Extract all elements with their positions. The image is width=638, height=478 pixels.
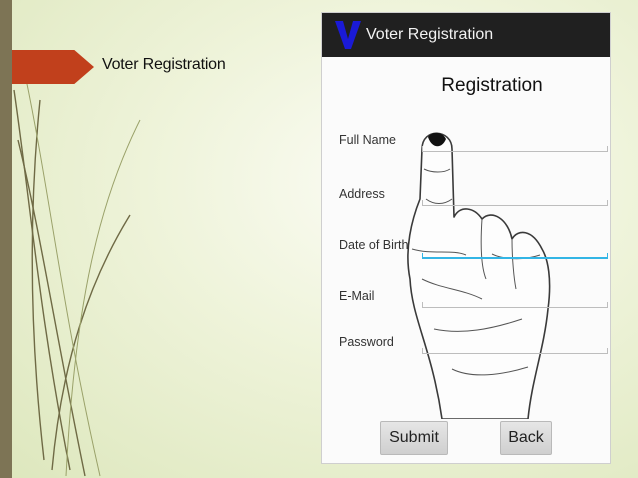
- slide-title: Voter Registration: [102, 56, 226, 73]
- phone-screen: Voter Registration Registration Full Nam…: [321, 12, 611, 464]
- date-of-birth-field[interactable]: [422, 253, 608, 259]
- password-field[interactable]: [422, 348, 608, 354]
- app-action-bar: Voter Registration: [322, 13, 610, 57]
- full-name-label: Full Name: [339, 133, 396, 147]
- back-button[interactable]: Back: [500, 421, 552, 455]
- full-name-field[interactable]: [422, 146, 608, 152]
- app-title: Voter Registration: [366, 26, 494, 43]
- v-logo-icon: [335, 21, 361, 49]
- date-of-birth-label: Date of Birth: [339, 238, 409, 252]
- email-label: E-Mail: [339, 289, 375, 303]
- address-field[interactable]: [422, 200, 608, 206]
- email-field[interactable]: [422, 302, 608, 308]
- password-label: Password: [339, 335, 394, 349]
- inked-finger-icon: [407, 132, 551, 419]
- form-heading: Registration: [441, 75, 543, 96]
- address-label: Address: [339, 187, 385, 201]
- submit-button[interactable]: Submit: [380, 421, 448, 455]
